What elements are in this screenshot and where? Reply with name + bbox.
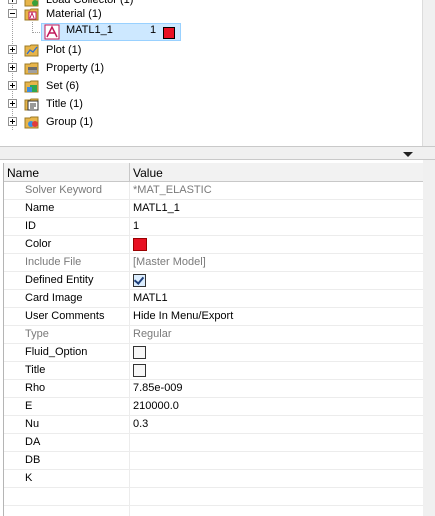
row-name: User Comments (25, 310, 105, 322)
table-row-da[interactable]: DA (4, 434, 423, 452)
row-value: *MAT_ELASTIC (133, 184, 212, 196)
row-name: Color (25, 238, 52, 250)
model-browser-tree: Load Collector (1) Material (1) MATL1_1 … (0, 0, 422, 146)
material-id: 1 (150, 24, 157, 36)
tree-item-plot[interactable]: Plot (1) (0, 41, 200, 59)
collapse-icon[interactable] (8, 9, 17, 18)
expand-icon[interactable] (8, 45, 17, 54)
defined-entity-checkbox[interactable] (133, 274, 146, 287)
row-name: Fluid_Option (25, 346, 88, 358)
entity-property-table: Name Value Solver Keyword *MAT_ELASTIC N… (3, 163, 423, 516)
row-name: ID (25, 220, 36, 232)
panel-splitter[interactable] (0, 146, 435, 160)
row-name: Rho (25, 382, 46, 394)
table-row-solver-keyword[interactable]: Solver Keyword *MAT_ELASTIC (4, 182, 423, 200)
row-name: Solver Keyword (25, 184, 103, 196)
tree-item-matl1-1[interactable]: MATL1_1 1 (41, 23, 181, 41)
chevron-down-icon[interactable] (403, 152, 413, 157)
tree-item-group[interactable]: Group (1) (0, 113, 200, 131)
e-value-field[interactable]: 210000.0 (133, 400, 179, 412)
group-folder-icon (24, 116, 39, 129)
column-divider[interactable] (129, 163, 130, 181)
table-row-name[interactable]: Name MATL1_1 (4, 200, 423, 218)
user-comments-select[interactable]: Hide In Menu/Export (133, 310, 233, 322)
set-folder-icon (24, 80, 39, 93)
expand-icon[interactable] (8, 0, 17, 4)
tree-item-set[interactable]: Set (6) (0, 77, 200, 95)
row-name: Name (25, 202, 55, 214)
tree-item-label: Group (1) (46, 116, 94, 128)
tree-item-label: MATL1_1 (66, 24, 113, 36)
plot-folder-icon (24, 44, 39, 57)
row-name: K (25, 472, 33, 484)
table-row-db[interactable]: DB (4, 452, 423, 470)
id-value-field[interactable]: 1 (133, 220, 139, 232)
table-row-e[interactable]: E 210000.0 (4, 398, 423, 416)
tree-item-property[interactable]: Property (1) (0, 59, 200, 77)
checkmark-icon (133, 274, 145, 285)
color-swatch-button[interactable] (133, 238, 147, 251)
tree-item-label: Title (1) (46, 98, 83, 110)
material-icon (44, 24, 60, 40)
table-row-rho[interactable]: Rho 7.85e-009 (4, 380, 423, 398)
table-header: Name Value (4, 163, 423, 182)
table-scrollbar[interactable] (423, 160, 435, 516)
row-value: Regular (133, 328, 172, 340)
title-folder-icon (24, 98, 39, 111)
fluid-option-checkbox[interactable] (133, 346, 146, 359)
table-row-include-file[interactable]: Include File [Master Model] (4, 254, 423, 272)
table-row-type[interactable]: Type Regular (4, 326, 423, 344)
row-name: E (25, 400, 33, 412)
row-name: Include File (25, 256, 82, 268)
table-row-nu[interactable]: Nu 0.3 (4, 416, 423, 434)
expand-icon[interactable] (8, 99, 17, 108)
expand-icon[interactable] (8, 63, 17, 72)
material-folder-icon (24, 8, 39, 21)
table-row-title[interactable]: Title (4, 362, 423, 380)
tree-scrollbar[interactable] (422, 0, 435, 146)
table-row-fluid-option[interactable]: Fluid_Option (4, 344, 423, 362)
nu-value-field[interactable]: 0.3 (133, 418, 148, 430)
title-checkbox[interactable] (133, 364, 146, 377)
row-name: Card Image (25, 292, 83, 304)
rho-value-field[interactable]: 7.85e-009 (133, 382, 183, 394)
material-color-swatch[interactable] (163, 27, 175, 39)
table-row-card-image[interactable]: Card Image MATL1 (4, 290, 423, 308)
table-row-color[interactable]: Color (4, 236, 423, 254)
tree-item-label: Set (6) (46, 80, 80, 92)
tree-item-label: Property (1) (46, 62, 105, 74)
name-value-field[interactable]: MATL1_1 (133, 202, 180, 214)
table-row-id[interactable]: ID 1 (4, 218, 423, 236)
expand-icon[interactable] (8, 81, 17, 90)
row-name: Type (25, 328, 49, 340)
property-folder-icon (24, 62, 39, 75)
row-name: DB (25, 454, 41, 466)
table-row-k[interactable]: K (4, 470, 423, 488)
row-name: Nu (25, 418, 40, 430)
card-image-select[interactable]: MATL1 (133, 292, 168, 304)
tree-item-material[interactable]: Material (1) (0, 5, 200, 23)
column-header-value[interactable]: Value (133, 166, 163, 180)
table-row-empty (4, 488, 423, 506)
expand-icon[interactable] (8, 117, 17, 126)
table-row-user-comments[interactable]: User Comments Hide In Menu/Export (4, 308, 423, 326)
tree-item-title[interactable]: Title (1) (0, 95, 200, 113)
row-value: [Master Model] (133, 256, 206, 268)
row-name: DA (25, 436, 41, 448)
column-header-name[interactable]: Name (7, 166, 39, 180)
row-name: Defined Entity (25, 274, 94, 286)
row-name: Title (25, 364, 46, 376)
tree-item-label: Plot (1) (46, 44, 82, 56)
tree-item-label: Material (1) (46, 8, 102, 20)
table-row-defined-entity[interactable]: Defined Entity (4, 272, 423, 290)
